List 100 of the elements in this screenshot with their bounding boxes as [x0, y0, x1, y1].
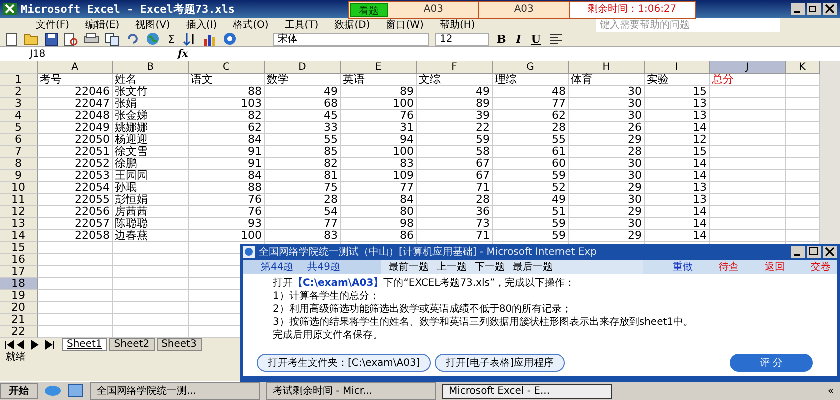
- format-button[interactable]: I: [514, 32, 524, 46]
- font-name-dropdown[interactable]: 宋体: [272, 32, 429, 46]
- table-cell: 22056: [38, 206, 113, 218]
- font-size-dropdown[interactable]: 12: [434, 32, 489, 46]
- start-button[interactable]: 开始: [0, 383, 38, 399]
- row-header[interactable]: 3: [0, 98, 38, 110]
- name-box[interactable]: J18: [0, 48, 130, 60]
- exam-code: A03: [389, 2, 480, 18]
- copy-icon[interactable]: [105, 32, 120, 46]
- minimize-icon[interactable]: [791, 246, 805, 258]
- taskbar-button[interactable]: 全国网络学院统一测...: [90, 382, 260, 400]
- action-link[interactable]: 交卷: [811, 260, 831, 274]
- row-header[interactable]: 5: [0, 122, 38, 134]
- menu-item[interactable]: 格式(O): [233, 18, 269, 32]
- question-nav-link[interactable]: 最前一题: [389, 260, 429, 274]
- globe-icon[interactable]: [146, 32, 160, 46]
- column-header[interactable]: K: [786, 61, 820, 74]
- column-header[interactable]: J: [710, 61, 786, 74]
- column-header[interactable]: C: [189, 61, 265, 74]
- menu-item[interactable]: 工具(T): [284, 18, 319, 32]
- row-header[interactable]: 1: [0, 74, 38, 86]
- close-icon[interactable]: [823, 3, 837, 15]
- align-left-icon[interactable]: [549, 33, 564, 45]
- format-button[interactable]: B: [494, 32, 508, 46]
- row-header[interactable]: 10: [0, 182, 38, 194]
- row-header[interactable]: 14: [0, 230, 38, 242]
- row-header[interactable]: 11: [0, 194, 38, 206]
- column-header[interactable]: I: [645, 61, 710, 74]
- question-nav-link[interactable]: 最后一题: [513, 260, 553, 274]
- menu-item[interactable]: 插入(I): [186, 18, 218, 32]
- undo-icon[interactable]: [126, 33, 140, 45]
- column-header[interactable]: D: [265, 61, 341, 74]
- column-header[interactable]: B: [113, 61, 189, 74]
- row-header[interactable]: 16: [0, 254, 38, 266]
- row-header[interactable]: 19: [0, 290, 38, 302]
- tray-expand-button[interactable]: «: [828, 386, 834, 396]
- table-cell: 58: [417, 146, 493, 158]
- menu-item[interactable]: 编辑(E): [86, 18, 120, 32]
- question-nav-link[interactable]: 上一题: [437, 260, 467, 274]
- menu-item[interactable]: 文件(F): [36, 18, 70, 32]
- row-header[interactable]: 4: [0, 110, 38, 122]
- table-cell: 55: [265, 134, 341, 146]
- column-header[interactable]: F: [417, 61, 493, 74]
- menu-item[interactable]: 视图(V): [136, 18, 170, 32]
- taskbar-button[interactable]: Microsoft Excel - E...: [442, 384, 612, 398]
- action-link[interactable]: 待查: [719, 260, 739, 274]
- menu-item[interactable]: 数据(D): [334, 18, 370, 32]
- row-header[interactable]: 9: [0, 170, 38, 182]
- row-header[interactable]: 20: [0, 302, 38, 314]
- action-link[interactable]: 返回: [765, 260, 785, 274]
- row-header[interactable]: 18: [0, 278, 38, 290]
- row-header[interactable]: 6: [0, 134, 38, 146]
- table-cell: 73: [417, 218, 493, 230]
- print-preview-icon[interactable]: [64, 32, 78, 46]
- open-button[interactable]: 打开[电子表格]应用程序: [435, 354, 566, 372]
- autosum-button[interactable]: Σ: [166, 32, 177, 46]
- row-header[interactable]: 7: [0, 146, 38, 158]
- save-icon[interactable]: [45, 32, 58, 46]
- table-cell: 67: [417, 170, 493, 182]
- row-header[interactable]: 15: [0, 242, 38, 254]
- column-header[interactable]: G: [493, 61, 569, 74]
- sheet-navigation-icon[interactable]: [4, 340, 56, 350]
- column-header[interactable]: E: [341, 61, 417, 74]
- column-header[interactable]: A: [38, 61, 113, 74]
- row-header[interactable]: 21: [0, 314, 38, 326]
- printer-icon[interactable]: [84, 33, 99, 45]
- restore-icon[interactable]: [807, 3, 821, 15]
- action-link[interactable]: 重做: [673, 260, 693, 274]
- table-cell: 孙珉: [113, 182, 189, 194]
- table-cell: 39: [417, 110, 493, 122]
- column-header[interactable]: H: [569, 61, 645, 74]
- maximize-icon[interactable]: [807, 246, 821, 258]
- close-icon[interactable]: [823, 246, 837, 258]
- function-label[interactable]: fx: [178, 48, 188, 60]
- open-button[interactable]: 打开考生文件夹：[C:\exam\A03]: [257, 354, 432, 372]
- row-header[interactable]: 17: [0, 266, 38, 278]
- row-header[interactable]: 8: [0, 158, 38, 170]
- row-header[interactable]: 13: [0, 218, 38, 230]
- table-cell: 81: [265, 170, 341, 182]
- question-nav-link[interactable]: 下一题: [475, 260, 505, 274]
- row-header[interactable]: 2: [0, 86, 38, 98]
- minimize-icon[interactable]: [791, 3, 805, 15]
- new-document-icon[interactable]: [6, 32, 18, 46]
- sort-icon[interactable]: [182, 32, 197, 46]
- sheet-tab[interactable]: Sheet2: [109, 338, 155, 351]
- menu-item[interactable]: 窗口(W): [386, 18, 424, 32]
- sheet-tab[interactable]: Sheet1: [62, 338, 108, 351]
- help-icon[interactable]: [222, 32, 237, 46]
- format-button[interactable]: U: [529, 32, 544, 46]
- row-header[interactable]: 22: [0, 326, 38, 338]
- sheet-tab[interactable]: Sheet3: [156, 338, 202, 351]
- table-cell: 徐文雪: [113, 146, 189, 158]
- desktop-icon[interactable]: [68, 384, 84, 398]
- taskbar-button[interactable]: 考试剩余时间 - Micr...: [266, 382, 436, 400]
- table-cell: 语文: [189, 74, 265, 86]
- bar-chart-icon[interactable]: [202, 32, 217, 46]
- row-header[interactable]: 12: [0, 206, 38, 218]
- menu-item[interactable]: 帮助(H): [440, 18, 476, 32]
- grade-button[interactable]: 评 分: [730, 354, 813, 372]
- view-question-button[interactable]: 看题: [350, 3, 388, 17]
